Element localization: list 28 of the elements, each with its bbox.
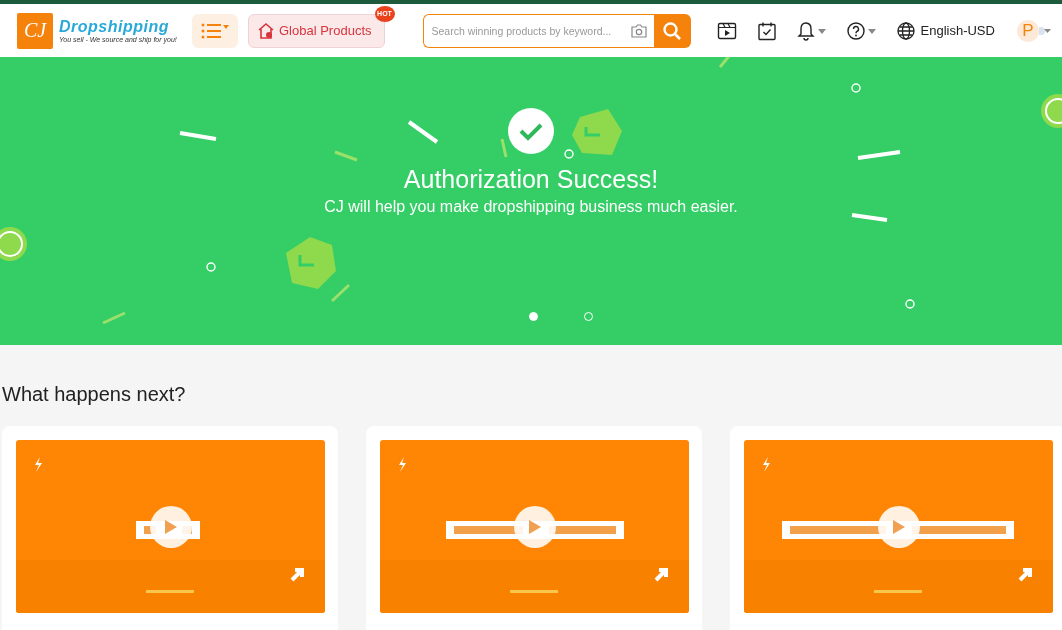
play-icon [892,519,906,535]
language-selector[interactable]: English-USD [920,23,995,38]
video-icon[interactable] [716,20,737,41]
play-icon [164,519,178,535]
search-field[interactable]: Search winning products by keyword... [422,13,654,48]
video-card[interactable] [730,426,1062,630]
search-button[interactable] [653,13,691,48]
house-icon [257,21,275,40]
success-subtitle: CJ will help you make dropshipping business much easier. [324,198,738,216]
video-card[interactable] [366,426,702,630]
calendar-check-icon[interactable] [756,20,777,41]
success-title: Authorization Success! [403,165,659,194]
camera-icon[interactable] [630,23,647,38]
search-icon [662,20,682,41]
menu-icon [201,22,229,39]
globe-icon[interactable] [896,21,915,40]
video-card[interactable] [2,426,338,630]
bell-icon[interactable] [796,20,827,41]
brand-name: Dropshipping [59,18,170,36]
play-icon [528,519,542,535]
carousel-dot[interactable] [529,312,538,321]
section-title: What happens next? [2,383,187,406]
help-icon[interactable] [846,20,877,41]
menu-button[interactable] [192,13,238,48]
caret-icon[interactable] [1038,25,1051,36]
user-avatar[interactable]: P [1016,19,1039,42]
check-icon [508,108,554,154]
logo-mark[interactable]: CJ [17,12,53,49]
